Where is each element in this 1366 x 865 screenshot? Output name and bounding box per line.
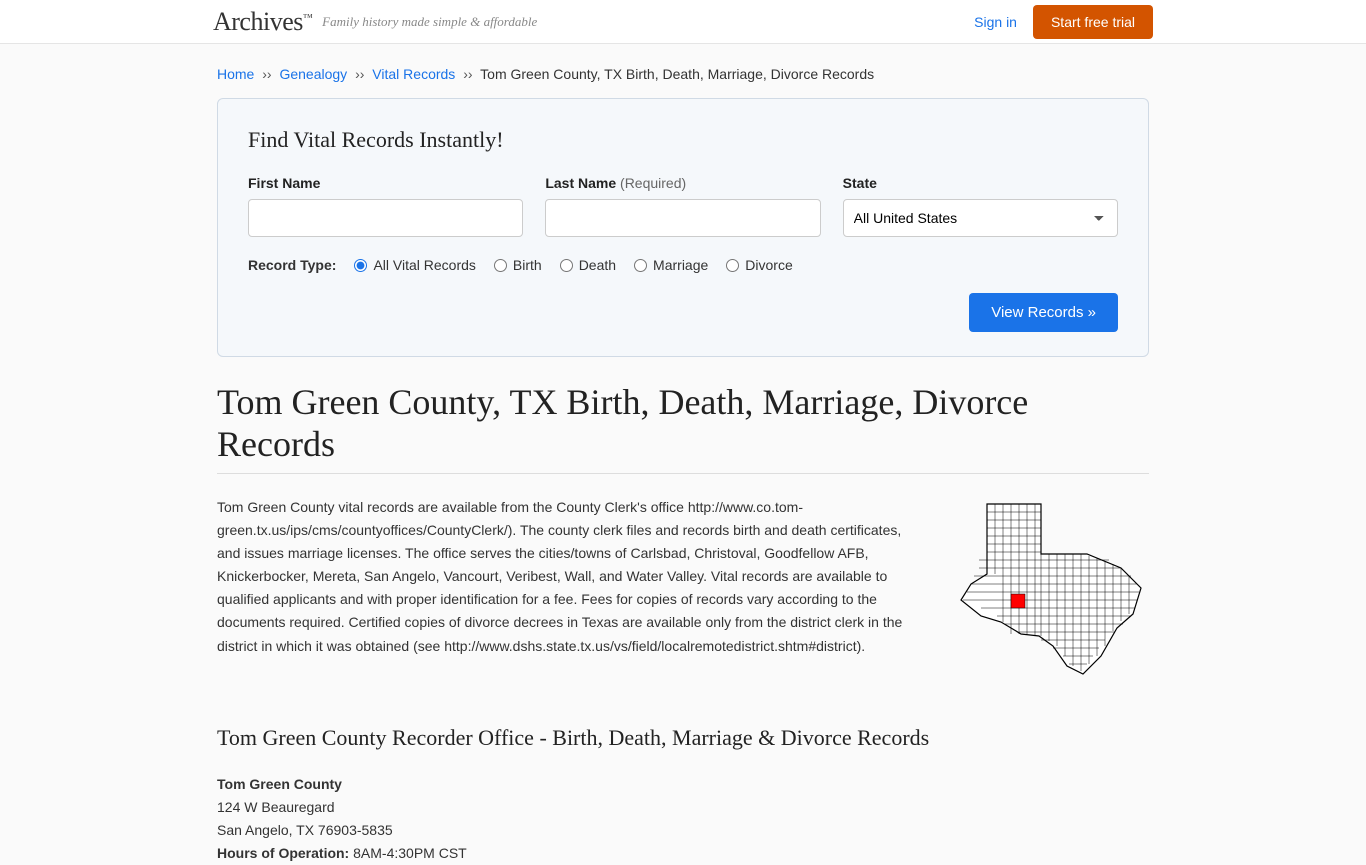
radio-birth[interactable]: Birth [494, 257, 542, 273]
breadcrumb-vital-records[interactable]: Vital Records [372, 66, 455, 82]
hours-label: Hours of Operation: [217, 845, 349, 861]
radio-marriage[interactable]: Marriage [634, 257, 708, 273]
start-trial-button[interactable]: Start free trial [1033, 5, 1153, 39]
breadcrumb-current: Tom Green County, TX Birth, Death, Marri… [480, 66, 874, 82]
radio-divorce[interactable]: Divorce [726, 257, 792, 273]
state-label: State [843, 175, 1118, 191]
view-records-button[interactable]: View Records » [969, 293, 1118, 332]
office-block: Tom Green County 124 W Beauregard San An… [217, 773, 1149, 865]
breadcrumb: Home ›› Genealogy ›› Vital Records ›› To… [217, 44, 1149, 98]
body-text: Tom Green County vital records are avail… [217, 496, 925, 689]
search-title: Find Vital Records Instantly! [248, 127, 1118, 153]
state-select[interactable]: All United States [843, 199, 1118, 237]
site-logo[interactable]: Archives™ [213, 7, 312, 37]
record-type-label: Record Type: [248, 257, 336, 273]
tagline: Family history made simple & affordable [322, 14, 537, 30]
last-name-label: Last Name (Required) [545, 175, 820, 191]
first-name-label: First Name [248, 175, 523, 191]
texas-map [949, 496, 1149, 689]
radio-all-vital[interactable]: All Vital Records [354, 257, 475, 273]
first-name-input[interactable] [248, 199, 523, 237]
last-name-input[interactable] [545, 199, 820, 237]
breadcrumb-genealogy[interactable]: Genealogy [279, 66, 347, 82]
recorder-section-title: Tom Green County Recorder Office - Birth… [217, 725, 1149, 751]
office-street: 124 W Beauregard [217, 796, 1149, 819]
office-city: San Angelo, TX 76903-5835 [217, 819, 1149, 842]
top-bar: Archives™ Family history made simple & a… [0, 0, 1366, 44]
signin-link[interactable]: Sign in [974, 14, 1017, 30]
texas-map-icon [949, 496, 1149, 686]
page-title: Tom Green County, TX Birth, Death, Marri… [217, 381, 1149, 474]
hours-value: 8AM-4:30PM CST [353, 845, 467, 861]
radio-death[interactable]: Death [560, 257, 616, 273]
breadcrumb-home[interactable]: Home [217, 66, 254, 82]
highlighted-county [1011, 594, 1025, 608]
search-panel: Find Vital Records Instantly! First Name… [217, 98, 1149, 357]
office-name: Tom Green County [217, 773, 1149, 796]
